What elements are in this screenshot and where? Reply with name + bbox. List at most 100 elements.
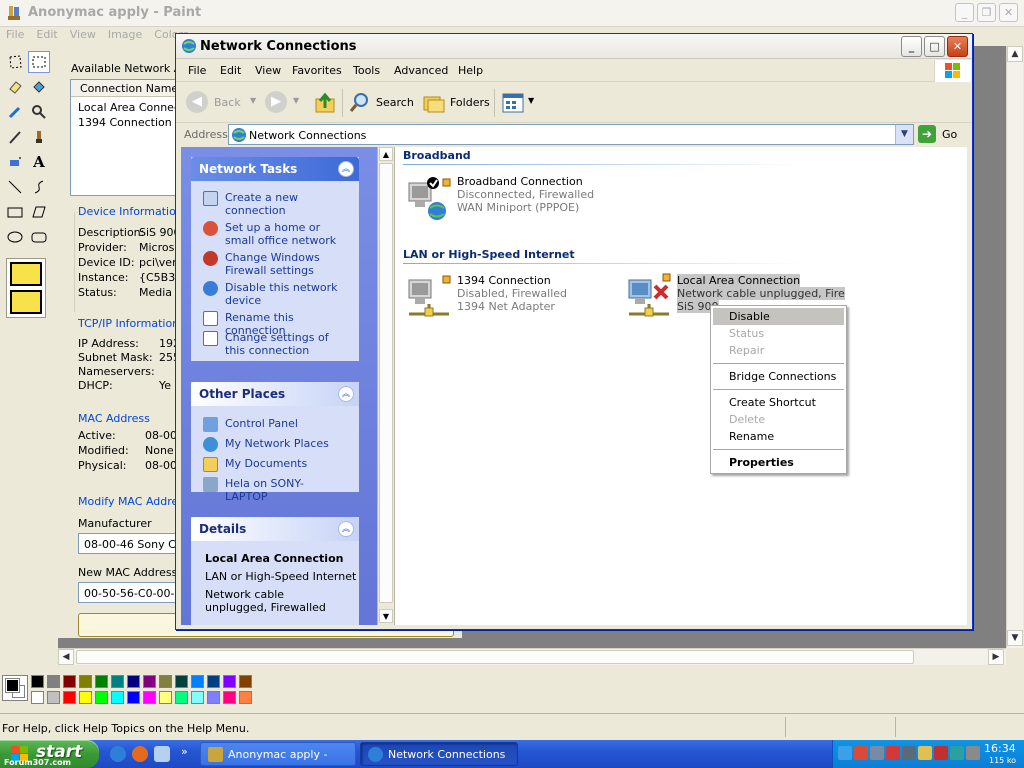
palette-swatch[interactable] [63, 675, 76, 688]
nc-title-bar[interactable]: Network Connections _ □ ✕ [176, 34, 972, 59]
free-select-tool-icon[interactable] [4, 51, 26, 73]
palette-swatch[interactable] [175, 691, 188, 704]
context-menu-item-bridge-connections[interactable]: Bridge Connections [713, 368, 844, 385]
place-sony-laptop[interactable]: Hela on SONY-LAPTOP [203, 477, 343, 503]
nc-menu-tools[interactable]: Tools [353, 64, 380, 77]
folders-button[interactable]: Folders [422, 91, 490, 115]
horizontal-scroll-thumb[interactable] [76, 650, 914, 664]
nc-menu-view[interactable]: View [255, 64, 281, 77]
brush-tool-icon[interactable] [28, 126, 50, 148]
details-header[interactable]: Details ︽ [191, 517, 359, 541]
paint-menu-edit[interactable]: Edit [30, 27, 63, 41]
connections-view[interactable]: Broadband Broadband Connection Disconnec… [395, 147, 967, 625]
place-my-documents[interactable]: My Documents [203, 457, 343, 472]
palette-swatch[interactable] [63, 691, 76, 704]
explorer-icon[interactable] [154, 746, 170, 762]
paint-vertical-scrollbar[interactable]: ▲ ▼ [1006, 46, 1023, 648]
palette-swatch[interactable] [239, 675, 252, 688]
task-home-network[interactable]: Set up a home or small office network [203, 221, 343, 247]
palette-swatch[interactable] [31, 691, 44, 704]
palette-swatch[interactable] [127, 675, 140, 688]
task-firewall-settings[interactable]: Change Windows Firewall settings [203, 251, 343, 277]
list-item[interactable]: 1394 Connection [78, 116, 172, 129]
palette-swatch[interactable] [207, 675, 220, 688]
paint-restore-button[interactable]: ❐ [977, 3, 996, 22]
scroll-up-icon[interactable]: ▲ [1007, 46, 1023, 62]
scroll-left-icon[interactable]: ◀ [58, 649, 74, 665]
task-pane-scroll-thumb[interactable] [379, 163, 393, 603]
place-my-network-places[interactable]: My Network Places [203, 437, 343, 452]
back-button[interactable]: ◀ Back [186, 91, 254, 115]
up-folder-icon[interactable] [314, 91, 338, 115]
clock[interactable]: 16:34 [984, 742, 1016, 755]
nc-minimize-button[interactable]: _ [901, 36, 922, 57]
taskbar-paint-button[interactable]: Anonymac apply - Paint [200, 742, 356, 766]
collapse-chevron-icon[interactable]: ︽ [338, 521, 354, 537]
palette-swatch[interactable] [191, 691, 204, 704]
nc-close-button[interactable]: ✕ [947, 36, 968, 57]
adapters-column-header[interactable]: Connection Name [71, 80, 189, 97]
adapters-list[interactable]: Connection Name Local Area Connect 1394 … [70, 79, 190, 196]
address-field[interactable]: Network Connections ▼ [228, 124, 914, 145]
task-pane-scrollbar[interactable]: ▲ ▼ [377, 147, 395, 625]
paint-menu-view[interactable]: View [64, 27, 102, 41]
palette-swatch[interactable] [223, 675, 236, 688]
context-menu-item-disable[interactable]: Disable [713, 308, 844, 325]
forward-dropdown-icon[interactable]: ▼ [293, 96, 299, 105]
transparent-option-icon[interactable] [10, 262, 42, 286]
line-tool-icon[interactable] [4, 176, 26, 198]
palette-swatch[interactable] [127, 691, 140, 704]
nc-menu-help[interactable]: Help [458, 64, 483, 77]
paint-menu-image[interactable]: Image [102, 27, 148, 41]
nc-menu-file[interactable]: File [188, 64, 206, 77]
list-item[interactable]: Local Area Connect [78, 101, 184, 114]
tray-icon[interactable] [902, 746, 916, 760]
palette-swatch[interactable] [79, 675, 92, 688]
taskbar-network-button[interactable]: Network Connections [360, 742, 518, 766]
palette-swatch[interactable] [47, 691, 60, 704]
network-tray-icon[interactable] [870, 746, 884, 760]
rounded-rect-tool-icon[interactable] [28, 226, 50, 248]
forward-button[interactable]: ▶ [265, 91, 287, 113]
nc-menu-favorites[interactable]: Favorites [292, 64, 342, 77]
palette-swatch[interactable] [175, 675, 188, 688]
scroll-right-icon[interactable]: ▶ [988, 649, 1004, 665]
palette-swatch[interactable] [95, 675, 108, 688]
paint-menu-file[interactable]: File [0, 27, 30, 41]
quicklaunch-more-icon[interactable]: » [181, 745, 188, 758]
palette-swatch[interactable] [191, 675, 204, 688]
broadband-connection-item[interactable]: Broadband Connection Disconnected, Firew… [405, 173, 635, 225]
tray-icon[interactable] [918, 746, 932, 760]
paint-horizontal-scrollbar[interactable]: ◀ ▶ [58, 648, 1006, 665]
tray-icon[interactable] [950, 746, 964, 760]
palette-swatch[interactable] [143, 675, 156, 688]
views-button[interactable]: ▼ [501, 91, 537, 115]
opaque-option-icon[interactable] [10, 290, 42, 314]
internet-explorer-icon[interactable] [110, 746, 126, 762]
paint-title-bar[interactable]: Anonymac apply - Paint _ ❐ ✕ [0, 0, 1024, 27]
palette-swatch[interactable] [239, 691, 252, 704]
collapse-chevron-icon[interactable]: ︽ [338, 161, 354, 177]
magnifier-tool-icon[interactable] [28, 101, 50, 123]
rectangle-tool-icon[interactable] [4, 201, 26, 223]
scroll-up-icon[interactable]: ▲ [379, 147, 393, 161]
volume-tray-icon[interactable] [966, 746, 980, 760]
address-dropdown-icon[interactable]: ▼ [895, 125, 913, 144]
paint-close-button[interactable]: ✕ [999, 3, 1018, 22]
rect-select-tool-icon[interactable] [28, 51, 50, 73]
curve-tool-icon[interactable] [28, 176, 50, 198]
task-change-settings[interactable]: Change settings of this connection [203, 331, 343, 357]
palette-swatch[interactable] [111, 691, 124, 704]
nc-menu-edit[interactable]: Edit [220, 64, 241, 77]
palette-swatch[interactable] [159, 675, 172, 688]
context-menu-item-create-shortcut[interactable]: Create Shortcut [713, 394, 844, 411]
context-menu-item-properties[interactable]: Properties [713, 454, 844, 471]
palette-swatch[interactable] [159, 691, 172, 704]
task-create-connection[interactable]: Create a new connection [203, 191, 343, 217]
airbrush-tool-icon[interactable] [4, 151, 26, 173]
nc-maximize-button[interactable]: □ [924, 36, 945, 57]
ellipse-tool-icon[interactable] [4, 226, 26, 248]
text-tool-icon[interactable]: A [28, 151, 50, 173]
firefox-icon[interactable] [132, 746, 148, 762]
new-mac-field[interactable]: 00-50-56-C0-00-08 [78, 582, 188, 603]
